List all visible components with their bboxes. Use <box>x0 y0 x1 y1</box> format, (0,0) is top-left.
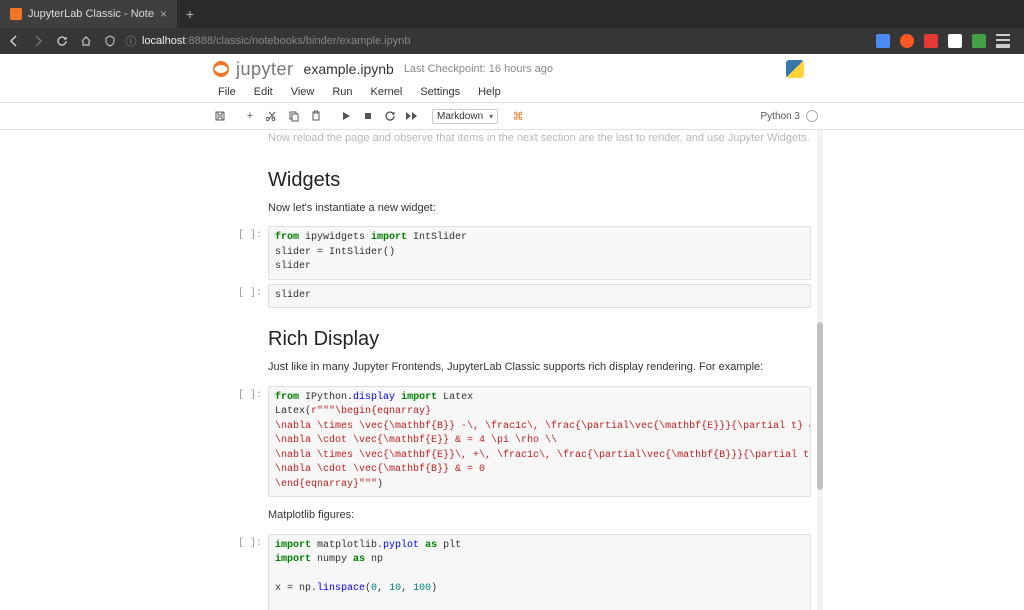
kernel-status-icon[interactable] <box>806 110 818 122</box>
browser-extensions <box>876 34 1018 48</box>
jupyter-planet-icon <box>210 58 232 80</box>
chevron-down-icon: ▾ <box>489 112 493 121</box>
heading-rich-display: Rich Display <box>268 328 811 351</box>
extension-icon[interactable] <box>948 34 962 48</box>
menubar: File Edit View Run Kernel Settings Help <box>0 82 1024 103</box>
save-icon[interactable] <box>210 106 230 126</box>
url-host: localhost <box>142 35 185 47</box>
reload-icon[interactable] <box>54 33 70 49</box>
menu-file[interactable]: File <box>210 84 244 100</box>
cut-icon[interactable] <box>262 106 282 126</box>
toolbar: + Markdown ▾ ⌘ Python 3 <box>0 103 1024 129</box>
back-icon[interactable] <box>6 33 22 49</box>
forward-icon[interactable] <box>30 33 46 49</box>
jupyter-wordmark: jupyter <box>236 59 294 80</box>
paragraph: Now let's instantiate a new widget: <box>268 200 811 217</box>
input-prompt: [ ]: <box>218 534 268 610</box>
cell-type-label: Markdown <box>437 111 483 122</box>
jupyter-favicon <box>10 8 22 20</box>
add-cell-icon[interactable]: + <box>240 106 260 126</box>
copy-icon[interactable] <box>284 106 304 126</box>
notebook-scroll[interactable]: Now reload the page and observe that ite… <box>210 130 819 610</box>
browser-toolbar: ⓘ localhost:8888/classic/notebooks/binde… <box>0 28 1024 54</box>
browser-tab[interactable]: JupyterLab Classic - Note × <box>0 0 177 28</box>
url-path: /classic/notebooks/binder/example.ipynb <box>213 35 411 47</box>
extension-icon[interactable] <box>924 34 938 48</box>
home-icon[interactable] <box>78 33 94 49</box>
menu-icon[interactable] <box>996 34 1010 48</box>
shield-icon[interactable] <box>102 33 118 49</box>
menu-edit[interactable]: Edit <box>246 84 281 100</box>
code-input[interactable]: from ipywidgets import IntSlider slider … <box>268 226 811 280</box>
heading-widgets: Widgets <box>268 169 811 192</box>
markdown-cell[interactable]: Widgets Now let's instantiate a new widg… <box>210 153 819 223</box>
python-logo-icon <box>786 60 804 78</box>
notebook-body: Now reload the page and observe that ite… <box>0 130 1024 610</box>
run-icon[interactable] <box>336 106 356 126</box>
info-icon: ⓘ <box>126 36 136 46</box>
new-tab-button[interactable]: + <box>177 0 203 28</box>
close-icon[interactable]: × <box>160 7 167 21</box>
code-cell[interactable]: [ ]: slider <box>218 284 811 309</box>
command-palette-icon[interactable]: ⌘ <box>508 106 528 126</box>
markdown-cell[interactable]: Matplotlib figures: <box>210 501 819 530</box>
menu-kernel[interactable]: Kernel <box>363 84 411 100</box>
menu-run[interactable]: Run <box>324 84 360 100</box>
code-input[interactable]: import matplotlib.pyplot as plt import n… <box>268 534 811 610</box>
code-input[interactable]: from IPython.display import Latex Latex(… <box>268 386 811 498</box>
markdown-cell[interactable]: Now reload the page and observe that ite… <box>210 130 819 153</box>
notebook-header: jupyter example.ipynb Last Checkpoint: 1… <box>0 54 1024 82</box>
truncated-text: Now reload the page and observe that ite… <box>268 130 811 147</box>
menu-help[interactable]: Help <box>470 84 509 100</box>
menu-view[interactable]: View <box>283 84 323 100</box>
code-cell[interactable]: [ ]: import matplotlib.pyplot as plt imp… <box>218 534 811 610</box>
extension-icon[interactable] <box>876 34 890 48</box>
paragraph: Just like in many Jupyter Frontends, Jup… <box>268 359 811 376</box>
notebook-title[interactable]: example.ipynb <box>304 61 394 77</box>
code-cell[interactable]: [ ]: from ipywidgets import IntSlider sl… <box>218 226 811 280</box>
input-prompt: [ ]: <box>218 284 268 309</box>
checkpoint-text: Last Checkpoint: 16 hours ago <box>404 63 553 75</box>
stop-icon[interactable] <box>358 106 378 126</box>
extension-icon[interactable] <box>972 34 986 48</box>
kernel-name[interactable]: Python 3 <box>761 111 800 122</box>
browser-tab-strip: JupyterLab Classic - Note × + <box>0 0 1024 28</box>
extension-icon[interactable] <box>900 34 914 48</box>
code-cell[interactable]: [ ]: from IPython.display import Latex L… <box>218 386 811 498</box>
cell-type-select[interactable]: Markdown ▾ <box>432 109 498 124</box>
code-input[interactable]: slider <box>268 284 811 309</box>
markdown-cell[interactable]: Rich Display Just like in many Jupyter F… <box>210 312 819 382</box>
restart-run-all-icon[interactable] <box>402 106 422 126</box>
paste-icon[interactable] <box>306 106 326 126</box>
address-bar[interactable]: ⓘ localhost:8888/classic/notebooks/binde… <box>126 35 868 47</box>
paragraph: Matplotlib figures: <box>268 507 811 524</box>
menu-settings[interactable]: Settings <box>412 84 468 100</box>
restart-icon[interactable] <box>380 106 400 126</box>
input-prompt: [ ]: <box>218 226 268 280</box>
input-prompt: [ ]: <box>218 386 268 498</box>
tab-title: JupyterLab Classic - Note <box>28 8 154 20</box>
jupyter-logo[interactable]: jupyter <box>210 58 294 80</box>
